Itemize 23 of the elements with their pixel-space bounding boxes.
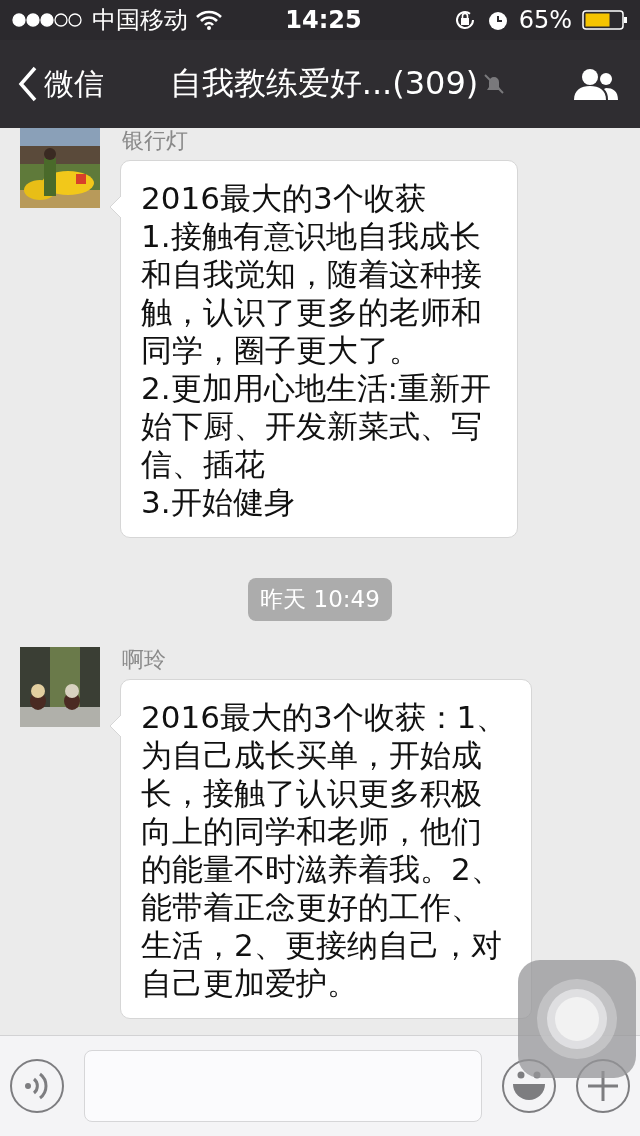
sender-name: 银行灯 (122, 128, 188, 154)
chat-title: 自我教练爱好...(309) (169, 63, 479, 104)
back-button[interactable]: 微信 (18, 63, 104, 105)
signal-icon (12, 13, 84, 27)
wifi-icon (196, 10, 222, 30)
group-members-icon[interactable] (572, 66, 620, 102)
battery-percent: 65% (518, 6, 572, 34)
bubble-tail (109, 715, 121, 737)
voice-button[interactable] (10, 1059, 64, 1113)
message-bubble: 2016最大的3个收获 1.接触有意识地自我成长和自我觉知，随着这种接触，认识了更多的老师和同学，圈子更大了。 2.更加用心地生活:重新开始下厨、开发新菜式、写信、插花 3.开始健身 (120, 160, 518, 538)
bubble-tail (109, 196, 121, 218)
message-bubble: 2016最大的3个收获：1、为自己成长买单，开始成长，接触了认识更多积极向上的同学和老师，他们的能量不时滋养着我。2、能带着正念更好的工作、生活，2、更接纳自己，对自己更加爱护。 (120, 679, 532, 1019)
alarm-icon (486, 9, 509, 31)
carrier: 中国移动 (92, 5, 188, 36)
battery-icon (582, 10, 628, 30)
message-input[interactable] (84, 1050, 482, 1122)
assistive-touch-icon (535, 977, 619, 1061)
sender-name: 啊玲 (122, 647, 166, 673)
assistive-touch-button[interactable] (518, 960, 636, 1078)
chevron-left-icon (18, 66, 38, 102)
clock: 14:25 (285, 6, 362, 34)
timestamp: 昨天 10:49 (248, 578, 392, 621)
voice-icon (24, 1071, 50, 1101)
